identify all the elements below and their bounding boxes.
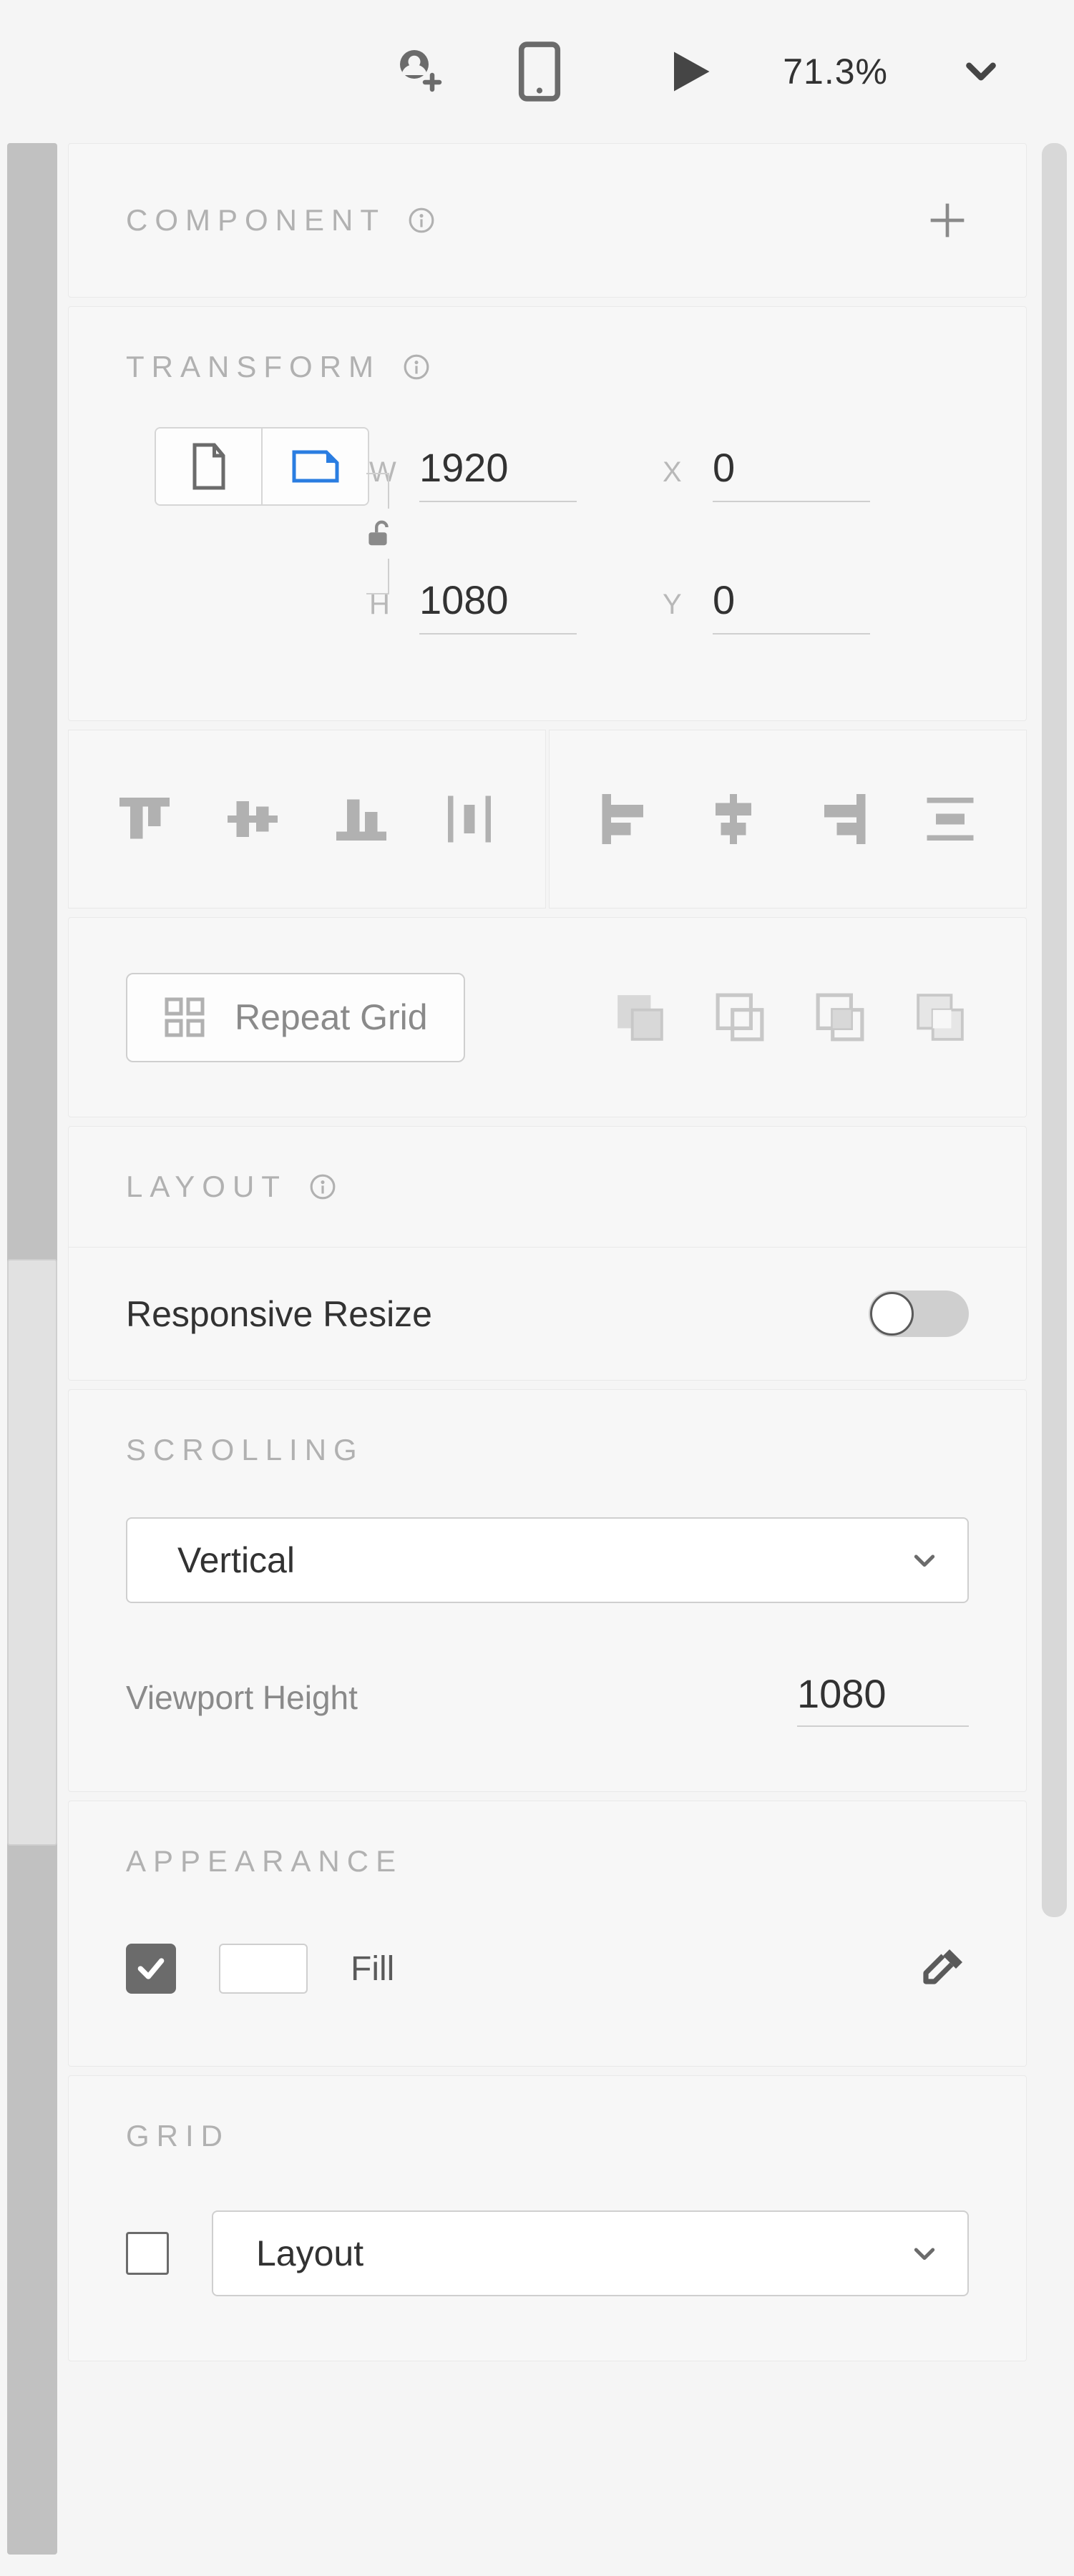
scrolling-title-text: Scrolling	[126, 1433, 364, 1467]
align-left-button[interactable]	[593, 787, 658, 851]
layout-section-title: Layout	[126, 1170, 969, 1204]
scrolling-section: Scrolling Vertical Viewport Height	[68, 1389, 1027, 1792]
orientation-toggle	[155, 427, 369, 506]
panel-scrollbar-track[interactable]	[7, 143, 57, 2555]
viewport-height-input[interactable]	[797, 1667, 969, 1727]
grid-title-text: Grid	[126, 2119, 230, 2153]
grid-row: Layout	[126, 2210, 969, 2296]
x-label: X	[663, 456, 691, 489]
eyedropper-icon	[917, 1943, 969, 1994]
chevron-down-icon	[910, 1546, 939, 1575]
panel-scrollbar-thumb[interactable]	[7, 1259, 57, 1846]
eyedropper-button[interactable]	[917, 1943, 969, 1994]
distribute-vertical-button[interactable]	[437, 787, 502, 851]
layout-title-text: Layout	[126, 1170, 287, 1204]
scrolling-direction-select[interactable]: Vertical	[126, 1517, 969, 1603]
fill-enabled-checkbox[interactable]	[126, 1944, 176, 1994]
align-center-button[interactable]	[701, 787, 766, 851]
repeat-grid-icon	[163, 996, 206, 1039]
fill-color-swatch[interactable]	[219, 1944, 308, 1994]
viewport-height-label: Viewport Height	[126, 1678, 358, 1717]
transform-section: Transform W X	[68, 306, 1027, 721]
grid-section-title: Grid	[126, 2119, 969, 2153]
toggle-knob	[870, 1292, 914, 1336]
info-icon[interactable]	[308, 1172, 337, 1201]
lock-open-icon	[365, 519, 391, 548]
info-icon[interactable]	[402, 353, 431, 381]
aspect-lock[interactable]	[356, 473, 399, 594]
responsive-resize-label: Responsive Resize	[126, 1293, 432, 1335]
component-section: Component	[68, 143, 1027, 298]
orientation-portrait-button[interactable]	[156, 428, 261, 504]
repeat-grid-button[interactable]: Repeat Grid	[126, 973, 465, 1062]
component-title-text: Component	[126, 203, 386, 237]
inspector-panels: Component Transform W	[68, 143, 1027, 2576]
responsive-resize-row: Responsive Resize	[69, 1247, 1026, 1380]
exclude-button[interactable]	[912, 989, 969, 1046]
invite-collaborator-button[interactable]	[389, 43, 446, 100]
fill-label: Fill	[351, 1949, 394, 1989]
grid-type-value: Layout	[256, 2233, 363, 2274]
orientation-landscape-button[interactable]	[261, 428, 368, 504]
grid-type-select[interactable]: Layout	[212, 2210, 969, 2296]
align-middle-button[interactable]	[220, 787, 285, 851]
align-bottom-button[interactable]	[329, 787, 394, 851]
horizontal-align-group	[549, 730, 1027, 909]
appearance-title-text: Appearance	[126, 1844, 403, 1879]
height-input[interactable]	[419, 574, 577, 635]
transform-section-title: Transform	[126, 350, 969, 384]
play-preview-button[interactable]	[661, 43, 718, 100]
x-field: X	[663, 441, 969, 502]
scrolling-section-title: Scrolling	[126, 1433, 969, 1467]
responsive-resize-toggle[interactable]	[869, 1291, 969, 1337]
grid-section: Grid Layout	[68, 2075, 1027, 2361]
zoom-level[interactable]: 71.3%	[783, 51, 888, 92]
transform-title-text: Transform	[126, 350, 381, 384]
add-component-button[interactable]	[926, 199, 969, 242]
layout-section: Layout Responsive Resize	[68, 1126, 1027, 1381]
vertical-align-group	[68, 730, 546, 909]
intersect-button[interactable]	[811, 989, 869, 1046]
width-input[interactable]	[419, 441, 577, 502]
align-right-button[interactable]	[810, 787, 874, 851]
x-input[interactable]	[713, 441, 870, 502]
fill-row: Fill	[126, 1943, 969, 1994]
align-top-button[interactable]	[112, 787, 177, 851]
check-icon	[135, 1953, 167, 1984]
appearance-section: Appearance Fill	[68, 1801, 1027, 2067]
distribute-horizontal-button[interactable]	[918, 787, 982, 851]
subtract-button[interactable]	[711, 989, 768, 1046]
mobile-preview-button[interactable]	[511, 43, 568, 100]
appearance-section-title: Appearance	[126, 1844, 969, 1879]
window-scrollbar[interactable]	[1042, 143, 1067, 1917]
info-icon[interactable]	[407, 206, 436, 235]
zoom-dropdown-chevron[interactable]	[952, 43, 1010, 100]
chevron-down-icon	[910, 2239, 939, 2268]
height-field: H	[369, 574, 612, 635]
scrolling-direction-value: Vertical	[177, 1539, 295, 1581]
width-field: W	[369, 441, 612, 502]
y-label: Y	[663, 589, 691, 621]
y-field: Y	[663, 574, 969, 635]
repeat-boolean-section: Repeat Grid	[68, 917, 1027, 1117]
viewport-height-row: Viewport Height	[126, 1667, 969, 1727]
app-toolbar: 71.3%	[0, 0, 1074, 143]
component-section-title: Component	[126, 203, 436, 237]
align-distribute-row	[68, 730, 1027, 909]
boolean-operations	[611, 989, 969, 1046]
union-button[interactable]	[611, 989, 668, 1046]
grid-enabled-checkbox[interactable]	[126, 2232, 169, 2275]
repeat-grid-label: Repeat Grid	[235, 996, 428, 1038]
y-input[interactable]	[713, 574, 870, 635]
